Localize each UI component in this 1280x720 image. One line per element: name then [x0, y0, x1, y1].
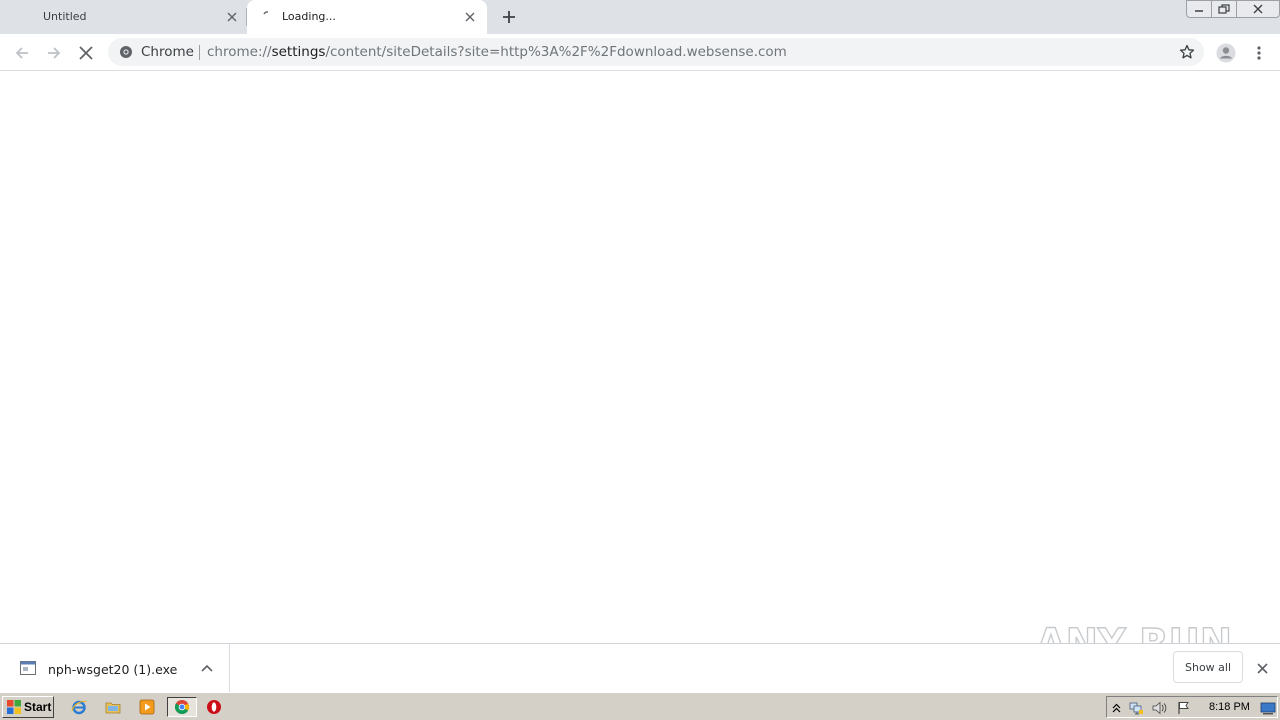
minimize-icon: [1195, 10, 1203, 12]
star-outline-icon: [1179, 44, 1195, 59]
page-content: [0, 72, 1280, 643]
volume-icon[interactable]: [1152, 700, 1168, 716]
plus-icon: [503, 11, 515, 23]
show-all-button[interactable]: Show all: [1173, 651, 1243, 683]
windows-logo-icon: [7, 700, 21, 714]
tab-strip: Untitled Loading...: [0, 0, 1280, 34]
arrow-right-icon: [48, 47, 61, 59]
system-tray: 8:18 PM: [1106, 696, 1278, 718]
omnibox-separator: [199, 45, 200, 60]
security-label: Chrome: [141, 44, 194, 60]
taskbar: Start 8:18 PM: [0, 692, 1280, 720]
profile-button[interactable]: [1212, 39, 1240, 67]
forward-button[interactable]: [40, 39, 68, 67]
media-player-icon[interactable]: [136, 697, 158, 717]
url-text[interactable]: chrome://settings/content/siteDetails?si…: [207, 44, 787, 60]
menu-button[interactable]: [1245, 39, 1273, 67]
tab-close-icon[interactable]: [223, 8, 241, 26]
window-controls: [1186, 0, 1280, 18]
taskbar-clock[interactable]: 8:18 PM: [1209, 701, 1250, 713]
omnibox[interactable]: Chrome chrome://settings/content/siteDet…: [108, 38, 1204, 66]
download-item[interactable]: nph-wsget20 (1).exe: [0, 644, 230, 692]
url-host: settings: [271, 44, 326, 60]
start-button[interactable]: Start: [2, 696, 54, 718]
screen: Untitled Loading... Chrome chrome://sett…: [0, 0, 1280, 720]
action-center-flag-icon[interactable]: [1176, 700, 1192, 716]
loading-spinner-icon: [262, 10, 272, 20]
chevron-up-icon[interactable]: [197, 658, 217, 678]
stop-x-icon: [79, 46, 93, 60]
arrow-left-icon: [15, 47, 28, 59]
minimize-button[interactable]: [1186, 0, 1212, 18]
exe-file-icon: [20, 661, 36, 675]
url-scheme: chrome://: [207, 44, 272, 60]
opera-icon[interactable]: [203, 697, 225, 717]
show-desktop-icon[interactable]: [1260, 700, 1276, 716]
stop-button[interactable]: [72, 39, 100, 67]
tab-loading[interactable]: Loading...: [247, 0, 487, 34]
chrome-icon[interactable]: [167, 697, 197, 717]
bookmark-button[interactable]: [1175, 40, 1199, 64]
network-icon[interactable]: [1128, 700, 1144, 716]
tab-title: Untitled: [43, 10, 87, 23]
window-close-button[interactable]: [1236, 0, 1280, 18]
back-button[interactable]: [8, 39, 36, 67]
url-path: /content/siteDetails?site=http%3A%2F%2Fd…: [325, 44, 787, 60]
tab-untitled[interactable]: Untitled: [0, 0, 246, 34]
show-hidden-icons-icon[interactable]: [1108, 700, 1124, 716]
restore-icon: [1218, 4, 1230, 14]
tab-title: Loading...: [282, 10, 336, 23]
account-circle-icon: [1216, 43, 1236, 63]
close-icon: [1253, 4, 1263, 14]
kebab-menu-icon: [1257, 46, 1261, 60]
toolbar: Chrome chrome://settings/content/siteDet…: [0, 34, 1280, 71]
new-tab-button[interactable]: [498, 6, 520, 28]
close-download-bar-icon[interactable]: [1252, 658, 1272, 678]
tab-close-icon[interactable]: [461, 8, 479, 26]
chrome-site-icon[interactable]: [119, 45, 133, 59]
restore-button[interactable]: [1211, 0, 1237, 18]
folder-icon[interactable]: [102, 697, 124, 717]
download-bar: nph-wsget20 (1).exe Show all: [0, 643, 1280, 692]
download-file-name: nph-wsget20 (1).exe: [48, 662, 178, 677]
internet-explorer-icon[interactable]: [68, 697, 90, 717]
start-label: Start: [24, 700, 52, 714]
